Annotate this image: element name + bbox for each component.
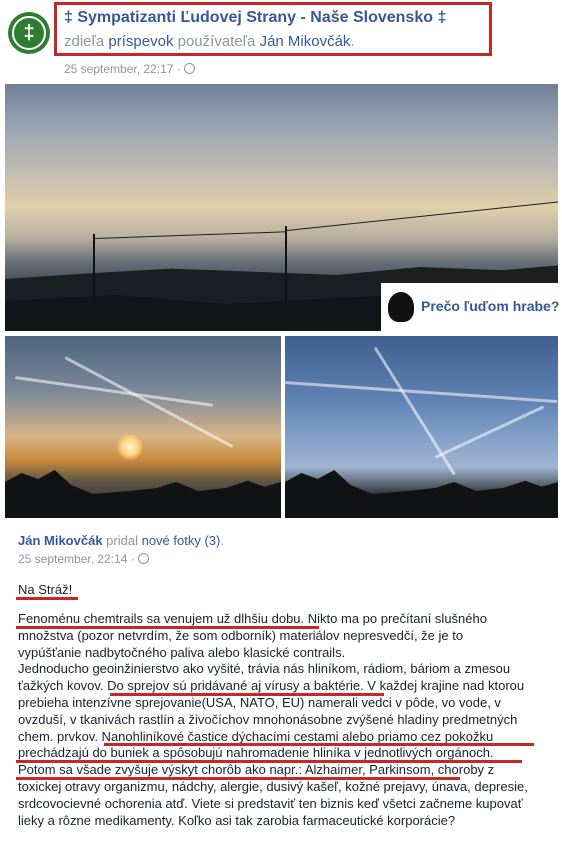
photo-left[interactable]: [5, 336, 281, 518]
body-line: srdcovocievné ochorenia atď. Viete si pr…: [18, 795, 523, 811]
globe-icon: [137, 553, 149, 564]
treeline-shape: [285, 470, 558, 518]
body-line: lieky a rôzne medikamenty. Koľko asi tak…: [18, 812, 456, 828]
share-period: .: [350, 33, 355, 50]
power-line: [94, 231, 287, 239]
page-avatar[interactable]: ‡: [8, 12, 50, 54]
photo-right[interactable]: [285, 336, 558, 518]
red-underline: [110, 693, 384, 696]
user-text: používateľa: [177, 33, 256, 50]
post-time-text: 25 september, 22:14 ·: [18, 552, 135, 566]
action-text: pridal: [106, 533, 138, 548]
promo-box[interactable]: Prečo ľuďom hrabe?: [381, 283, 562, 331]
author-period: .: [220, 533, 224, 548]
post-timestamp[interactable]: 25 september, 22:14 ·: [18, 552, 149, 566]
body-line: Jednoducho geoinžinierstvo ako vyšité, t…: [18, 661, 511, 677]
user-name-link[interactable]: Ján Mikovčák: [260, 33, 351, 50]
contrail: [14, 376, 214, 407]
power-line: [286, 201, 558, 231]
share-time-text: 25 september, 22:17 ·: [64, 62, 181, 76]
contrail: [373, 346, 456, 476]
red-underline: [16, 597, 78, 600]
post-body: Fenoménu chemtrails sa venujem už dlhšiu…: [18, 611, 558, 829]
post-heading: Na Stráž!: [18, 582, 73, 597]
share-timestamp[interactable]: 25 september, 22:17 ·: [64, 62, 195, 76]
share-line: zdieľa príspevok používateľa Ján Mikovčá…: [64, 33, 355, 50]
body-line: množstva (pozor netvrdím, že som odborní…: [18, 627, 464, 643]
contrail: [434, 405, 545, 459]
red-underline: [16, 777, 460, 780]
photos-link[interactable]: nové fotky (3): [142, 533, 221, 548]
body-line: prebieha intenzívne sprejovanie(USA, NAT…: [18, 694, 501, 710]
body-line: vypúšťanie nadbytočného paliva alebo kla…: [18, 644, 346, 660]
contrail: [64, 356, 234, 449]
post-link[interactable]: príspevok: [108, 33, 173, 50]
contrail: [285, 381, 558, 404]
double-cross-icon: ‡: [12, 16, 46, 50]
shares-text: zdieľa: [64, 33, 105, 50]
body-line: ovzduší, v tkanivách rastlín a živočícho…: [18, 711, 518, 727]
share-header: ‡ ‡ Sympatizanti Ľudovej Strany - Naše S…: [0, 0, 562, 80]
profile-silhouette-icon: [388, 292, 414, 322]
treeline-shape: [5, 470, 281, 518]
body-line: toxickej otravy organizmu, nádchy, alerg…: [18, 778, 528, 794]
sun-shape: [117, 434, 143, 460]
promo-text: Prečo ľuďom hrabe?: [421, 298, 560, 314]
power-pylon: [285, 226, 287, 304]
red-underline: [104, 743, 534, 746]
globe-icon: [183, 63, 195, 74]
power-pylon: [93, 234, 95, 304]
author-name-link[interactable]: Ján Mikovčák: [18, 533, 103, 548]
red-underline: [16, 626, 319, 629]
page-name-link[interactable]: ‡ Sympatizanti Ľudovej Strany - Naše Slo…: [64, 9, 446, 27]
red-underline: [16, 760, 522, 763]
post-author-line: Ján Mikovčák pridal nové fotky (3).: [18, 533, 224, 548]
